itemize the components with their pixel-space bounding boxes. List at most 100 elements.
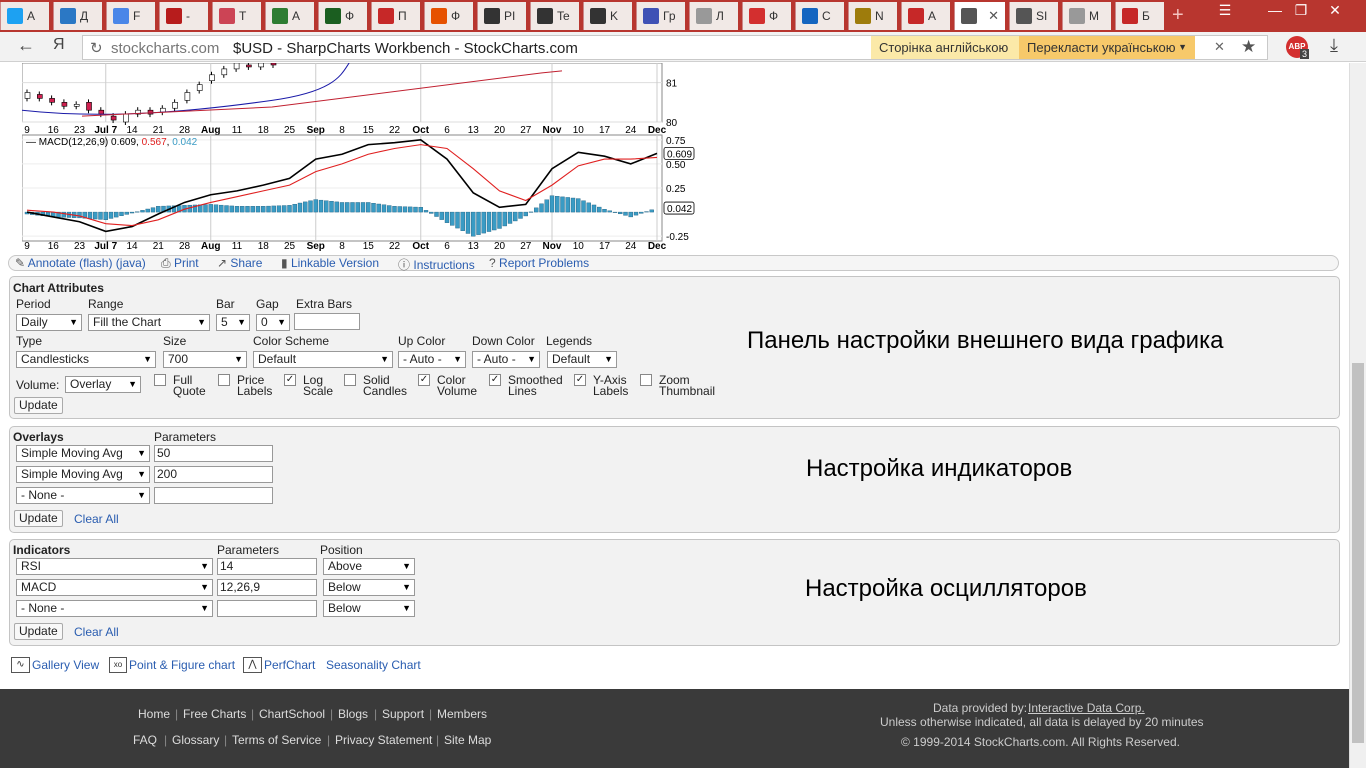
close-translate-icon[interactable]: ✕ [1214,39,1225,55]
range-select[interactable]: Fill the Chart ▼ [88,314,210,331]
tab[interactable]: Ф [742,2,791,30]
indicator-position-select[interactable]: Below ▼ [323,579,415,596]
tab[interactable]: Д [53,2,102,30]
option-checkbox[interactable] [344,374,356,386]
footer-link[interactable]: ChartSchool [259,707,325,721]
footer-link[interactable]: Glossary [172,733,219,747]
overlay-params-input[interactable]: 50 [154,445,273,462]
footer-link[interactable]: Terms of Service [232,733,321,747]
overlay-params-input[interactable] [154,487,273,504]
tab[interactable]: Te [530,2,579,30]
tab[interactable]: K [583,2,632,30]
footer-link[interactable]: Home [138,707,170,721]
indicator-select[interactable]: - None - ▼ [16,600,213,617]
tab[interactable]: С [795,2,844,30]
menu-icon[interactable]: ☰ [1208,0,1242,22]
report-problems-link[interactable]: ? Report Problems [489,256,589,270]
overlay-select[interactable]: Simple Moving Avg ▼ [16,445,150,462]
instructions-link[interactable]: ⓘ Instructions [398,256,475,273]
tab[interactable]: П [371,2,420,30]
option-checkbox[interactable] [218,374,230,386]
translate-button[interactable]: Перекласти українською ▼ [1019,36,1195,59]
annotate-link[interactable]: ✎ Annotate (flash) (java) [15,256,146,270]
tab[interactable]: M [1062,2,1111,30]
indicator-params-input[interactable]: 12,26,9 [217,579,317,596]
reload-icon[interactable]: ↻ [90,39,103,57]
yandex-logo-icon[interactable]: Я [53,36,65,54]
tab[interactable]: Ф [318,2,367,30]
up-color-select[interactable]: - Auto - ▼ [398,351,466,368]
tab[interactable]: Б [1115,2,1164,30]
close-window-icon[interactable]: ✕ [1318,0,1352,22]
tab[interactable]: A [901,2,950,30]
gallery-view-link[interactable]: Gallery View [32,658,99,672]
indicator-position-select[interactable]: Below ▼ [323,600,415,617]
type-select[interactable]: Candlesticks ▼ [16,351,156,368]
tab[interactable]: F [106,2,155,30]
linkable-version-link[interactable]: ▮ Linkable Version [281,256,379,270]
new-tab-icon[interactable]: + [1172,4,1184,27]
tab[interactable]: SI [1009,2,1058,30]
tab[interactable]: PI [477,2,526,30]
close-tab-icon[interactable]: ✕ [988,8,999,24]
tab[interactable]: A [0,2,49,30]
perfchart-link[interactable]: PerfChart [264,658,315,672]
footer-link[interactable]: Privacy Statement [335,733,432,747]
tab[interactable]: - [159,2,208,30]
indicators-clear-all-link[interactable]: Clear All [74,625,119,639]
footer-link[interactable]: Blogs [338,707,368,721]
option-checkbox[interactable]: ✓ [574,374,586,386]
download-icon[interactable]: ⤓ [1330,35,1338,56]
overlays-update-button[interactable]: Update [14,510,63,527]
indicator-params-input[interactable] [217,600,317,617]
overlay-select[interactable]: Simple Moving Avg ▼ [16,466,150,483]
seasonality-chart-link[interactable]: Seasonality Chart [326,658,421,672]
period-select[interactable]: Daily ▼ [16,314,82,331]
color-scheme-select[interactable]: Default ▼ [253,351,393,368]
tab[interactable]: ✕ [954,2,1005,30]
translate-source-button[interactable]: Сторінка англійською [871,36,1019,59]
maximize-icon[interactable]: ❐ [1284,0,1318,22]
indicator-position-select[interactable]: Above ▼ [323,558,415,575]
indicator-select[interactable]: RSI ▼ [16,558,213,575]
url-box[interactable]: ↻ stockcharts.com $USD - SharpCharts Wor… [82,35,1268,60]
tab[interactable]: T [212,2,261,30]
footer-link[interactable]: Site Map [444,733,491,747]
option-checkbox[interactable] [154,374,166,386]
scrollbar-thumb[interactable] [1352,363,1364,743]
tab[interactable]: Ф [424,2,473,30]
chevron-down-icon[interactable]: ▼ [1178,36,1187,59]
attributes-update-button[interactable]: Update [14,397,63,414]
overlay-params-input[interactable]: 200 [154,466,273,483]
down-color-select[interactable]: - Auto - ▼ [472,351,540,368]
print-link[interactable]: ⎙ Print [161,256,199,271]
overlays-clear-all-link[interactable]: Clear All [74,512,119,526]
footer-link[interactable]: FAQ [133,733,157,747]
indicators-update-button[interactable]: Update [14,623,63,640]
option-checkbox[interactable]: ✓ [418,374,430,386]
overlay-select[interactable]: - None - ▼ [16,487,150,504]
size-select[interactable]: 700 ▼ [163,351,247,368]
share-link[interactable]: ↗ Share [217,256,262,270]
back-icon[interactable]: ← [17,35,35,56]
footer-link[interactable]: Support [382,707,424,721]
option-checkbox[interactable] [640,374,652,386]
data-provider-link[interactable]: Interactive Data Corp. [1028,701,1145,715]
tab[interactable]: Л [689,2,738,30]
extra-bars-input[interactable] [294,313,360,330]
tab[interactable]: A [265,2,314,30]
indicator-select[interactable]: MACD ▼ [16,579,213,596]
tab[interactable]: N [848,2,897,30]
page-scrollbar[interactable] [1349,63,1366,768]
footer-link[interactable]: Free Charts [183,707,246,721]
option-checkbox[interactable]: ✓ [489,374,501,386]
gap-select[interactable]: 0 ▼ [256,314,290,331]
indicator-params-input[interactable]: 14 [217,558,317,575]
point-figure-link[interactable]: Point & Figure chart [129,658,235,672]
bar-select[interactable]: 5 ▼ [216,314,250,331]
footer-link[interactable]: Members [437,707,487,721]
bookmark-star-icon[interactable]: ★ [1241,37,1256,57]
tab[interactable]: Гр [636,2,685,30]
option-checkbox[interactable]: ✓ [284,374,296,386]
legends-select[interactable]: Default ▼ [547,351,617,368]
